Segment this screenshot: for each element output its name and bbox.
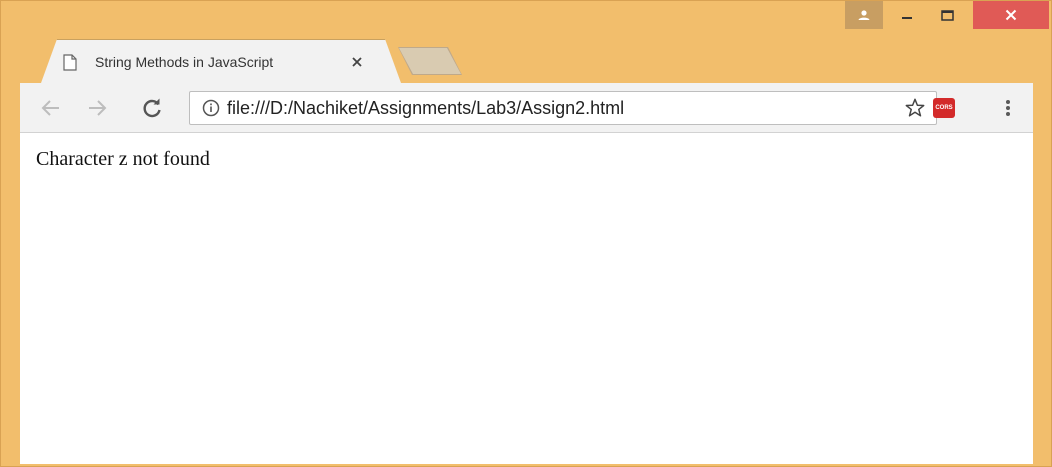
person-icon <box>858 10 870 20</box>
back-button[interactable] <box>38 95 64 121</box>
page-message: Character z not found <box>36 148 210 170</box>
reload-button[interactable] <box>139 95 165 121</box>
menu-dot <box>1006 112 1010 116</box>
minimize-icon <box>902 17 912 19</box>
tab-title: String Methods in JavaScript <box>95 54 274 70</box>
new-tab-button[interactable] <box>399 48 461 74</box>
title-bar: String Methods in JavaScript <box>1 1 1051 83</box>
address-bar[interactable]: file:///D:/Nachiket/Assignments/Lab3/Ass… <box>189 91 937 125</box>
menu-dot <box>1006 106 1010 110</box>
page-icon <box>63 53 77 71</box>
reload-icon <box>143 98 161 118</box>
maximize-button[interactable] <box>927 1 967 29</box>
forward-button[interactable] <box>84 95 110 121</box>
info-icon[interactable] <box>202 99 220 117</box>
more-vert-icon[interactable] <box>998 97 1018 119</box>
cors-extension-icon[interactable]: CORS <box>933 98 955 118</box>
arrow-right-icon <box>89 100 107 116</box>
maximize-icon <box>940 9 954 21</box>
close-icon <box>1005 9 1017 21</box>
close-tab-icon <box>352 57 362 67</box>
browser-toolbar: file:///D:/Nachiket/Assignments/Lab3/Ass… <box>20 83 1033 133</box>
tab-close-button[interactable] <box>347 52 367 72</box>
menu-dot <box>1006 100 1010 104</box>
close-window-button[interactable] <box>973 1 1049 29</box>
tab-content: String Methods in JavaScript <box>59 43 389 81</box>
minimize-button[interactable] <box>887 1 927 29</box>
browser-window: String Methods in JavaScript file:///D:/… <box>0 0 1052 467</box>
arrow-left-icon <box>41 100 59 116</box>
url-text: file:///D:/Nachiket/Assignments/Lab3/Ass… <box>227 97 625 118</box>
profile-button[interactable] <box>845 1 883 29</box>
page-content: Character z not found <box>20 133 1033 464</box>
star-icon[interactable] <box>904 97 926 119</box>
window-controls <box>845 1 1049 29</box>
extension-label: CORS <box>935 105 953 111</box>
